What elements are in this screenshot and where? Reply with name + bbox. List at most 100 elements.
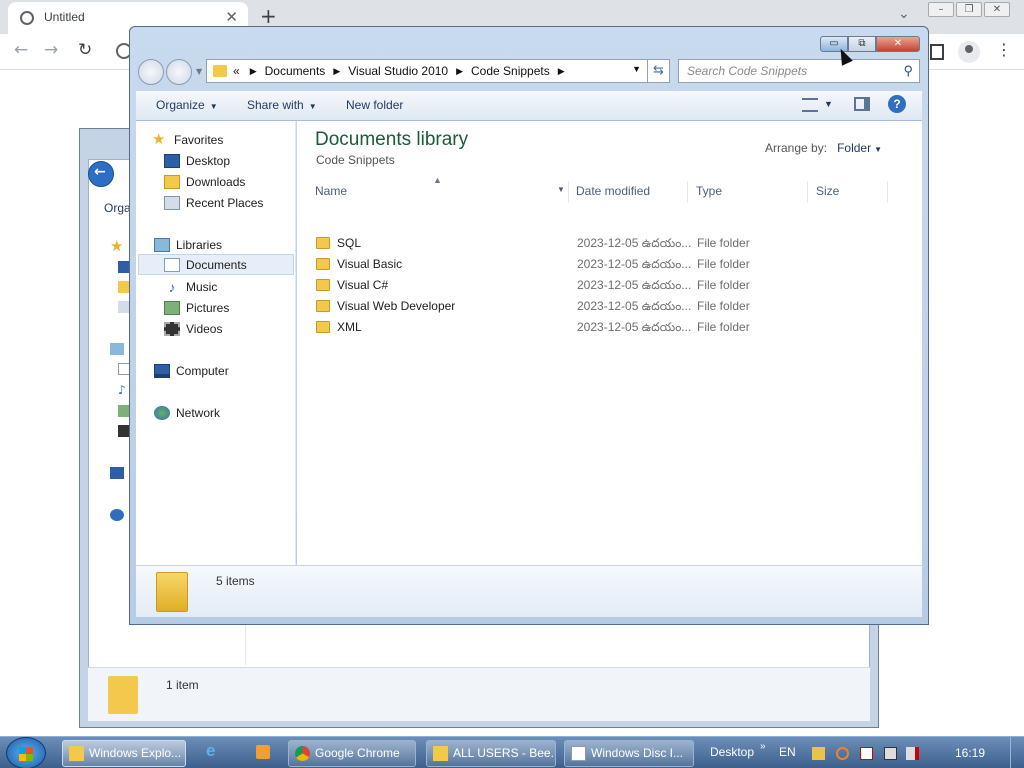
nav-item-pictures[interactable]: Pictures [164, 297, 229, 318]
search-icon[interactable]: ⚲ [903, 63, 913, 79]
folder-icon [213, 65, 227, 77]
nav-item-desktop[interactable]: Desktop [164, 150, 230, 171]
taskbar-button-windows-explorer[interactable]: Windows Explo... [62, 740, 186, 767]
bg-organize-button[interactable]: Orga [104, 201, 131, 215]
star-icon: ★ [110, 237, 124, 255]
address-dropdown[interactable]: ▼ [632, 64, 641, 74]
breadcrumb-separator[interactable]: ▶ [333, 66, 340, 77]
volume-muted-icon[interactable] [906, 747, 919, 760]
nav-item-music[interactable]: ♪ Music [164, 276, 218, 297]
taskbar-button-google-chrome[interactable]: Google Chrome [288, 740, 416, 767]
folder-icon [316, 300, 330, 312]
nav-item-downloads[interactable]: Downloads [164, 171, 245, 192]
nav-item-recent-places[interactable]: Recent Places [164, 192, 263, 213]
name-filter-dropdown[interactable]: ▼ [557, 185, 565, 194]
change-view-icon[interactable] [802, 98, 818, 112]
share-with-button[interactable]: Share with ▼ [247, 98, 317, 112]
close-button[interactable]: ✕ [876, 36, 920, 52]
action-center-icon[interactable] [860, 747, 873, 760]
tab-close-button[interactable]: ✕ [225, 8, 238, 26]
desktop-toolbar[interactable]: Desktop [710, 745, 754, 759]
internet-explorer-icon[interactable]: e [206, 741, 232, 766]
organize-button[interactable]: Organize ▼ [156, 98, 218, 112]
search-placeholder: Search Code Snippets [687, 64, 808, 78]
search-tray-icon[interactable] [836, 747, 849, 760]
chrome-close-button[interactable]: ✕ [984, 2, 1010, 17]
clock[interactable]: 16:19 [955, 746, 985, 760]
taskbar-label: Windows Explo... [89, 746, 182, 760]
folder-icon [316, 258, 330, 270]
breadcrumb-visual-studio-2010[interactable]: Visual Studio 2010 [348, 64, 448, 78]
file-row[interactable]: XML 2023-12-05 ఉదయం... File folder [305, 317, 905, 338]
nav-item-videos[interactable]: Videos [164, 318, 222, 339]
network-tray-icon[interactable] [884, 747, 897, 760]
bg-details-pane: 1 item [88, 667, 870, 721]
column-header-name[interactable]: Name [307, 181, 569, 203]
file-date: 2023-12-05 ఉదయం... [577, 320, 692, 334]
side-panel-icon[interactable] [930, 44, 944, 60]
new-folder-button[interactable]: New folder [346, 98, 403, 112]
file-row[interactable]: Visual Web Developer 2023-12-05 ఉదయం... … [305, 296, 905, 317]
help-button[interactable]: ? [888, 95, 906, 113]
refresh-button[interactable]: ⇆ [648, 59, 670, 83]
chrome-menu-button[interactable]: ⋮ [996, 40, 1012, 59]
folder-icon [316, 321, 330, 333]
breadcrumb-separator[interactable]: ▶ [558, 66, 565, 77]
videos-icon [164, 321, 180, 336]
command-bar: Organize ▼ Share with ▼ New folder ▼ ? [136, 91, 922, 121]
tray-crown-icon[interactable] [812, 747, 825, 760]
new-tab-button[interactable]: + [260, 4, 277, 28]
library-title: Documents library [315, 129, 469, 150]
file-name: XML [337, 320, 362, 334]
nav-item-documents[interactable]: Documents [138, 254, 294, 275]
arrange-by-dropdown[interactable]: Folder [837, 141, 871, 155]
media-player-glyph [256, 745, 270, 759]
nav-item-favorites[interactable]: ★ Favorites [152, 129, 223, 150]
back-button[interactable] [138, 59, 164, 85]
toolbar-chevron[interactable]: » [760, 741, 766, 752]
show-desktop-button[interactable] [1010, 737, 1024, 768]
chevron-down-icon: ▼ [874, 145, 882, 154]
nav-item-libraries[interactable]: Libraries [154, 234, 222, 255]
chrome-restore-button[interactable]: ❐ [956, 2, 982, 17]
file-row[interactable]: Visual C# 2023-12-05 ఉదయం... File folder [305, 275, 905, 296]
nav-item-computer[interactable]: Computer [154, 360, 229, 381]
media-player-icon[interactable] [252, 741, 278, 766]
search-input[interactable]: Search Code Snippets ⚲ [678, 59, 920, 83]
column-header-type[interactable]: Type [688, 181, 808, 203]
file-row[interactable]: SQL 2023-12-05 ఉదయం... File folder [305, 233, 905, 254]
chrome-minimize-button[interactable]: – [928, 2, 954, 17]
column-header-size[interactable]: Size [808, 181, 888, 203]
breadcrumb-separator[interactable]: ▶ [250, 66, 257, 77]
recent-pages-dropdown[interactable]: ▼ [196, 67, 202, 76]
bg-back-button[interactable] [88, 161, 114, 187]
nav-item-network[interactable]: Network [154, 402, 220, 423]
library-subtitle: Code Snippets [316, 153, 395, 167]
libraries-icon [154, 237, 170, 252]
profile-avatar[interactable] [958, 41, 980, 63]
file-row[interactable]: Visual Basic 2023-12-05 ఉదయం... File fol… [305, 254, 905, 275]
taskbar-button-all-users[interactable]: ALL USERS - Bee... [426, 740, 556, 767]
breadcrumb-code-snippets[interactable]: Code Snippets [471, 64, 550, 78]
view-options-dropdown[interactable]: ▼ [824, 99, 833, 109]
computer-icon [110, 467, 124, 479]
explorer-window[interactable]: ▭ ⧉ ✕ ▼ « ▶ Documents ▶ Visual Studio 20… [129, 26, 929, 625]
language-indicator[interactable]: EN [779, 745, 796, 759]
breadcrumb-overflow[interactable]: « [233, 64, 240, 78]
nav-label: Music [186, 279, 218, 294]
taskbar-button-windows-disc[interactable]: Windows Disc I... [564, 740, 694, 767]
maximize-button[interactable]: ⧉ [848, 36, 876, 52]
chrome-back-button[interactable]: ← [14, 40, 28, 60]
breadcrumb-separator[interactable]: ▶ [456, 66, 463, 77]
tab-search-button[interactable]: ⌄ [898, 6, 910, 22]
chrome-reload-button[interactable]: ↻ [78, 40, 92, 60]
chrome-forward-button[interactable]: → [44, 40, 58, 60]
preview-pane-icon[interactable] [854, 97, 870, 111]
start-button[interactable] [6, 737, 46, 768]
file-type: File folder [697, 278, 750, 292]
address-bar[interactable]: « ▶ Documents ▶ Visual Studio 2010 ▶ Cod… [206, 59, 648, 83]
folder-icon [156, 572, 188, 612]
breadcrumb-documents[interactable]: Documents [265, 64, 326, 78]
forward-button[interactable] [166, 59, 192, 85]
column-header-date-modified[interactable]: Date modified [568, 181, 688, 203]
